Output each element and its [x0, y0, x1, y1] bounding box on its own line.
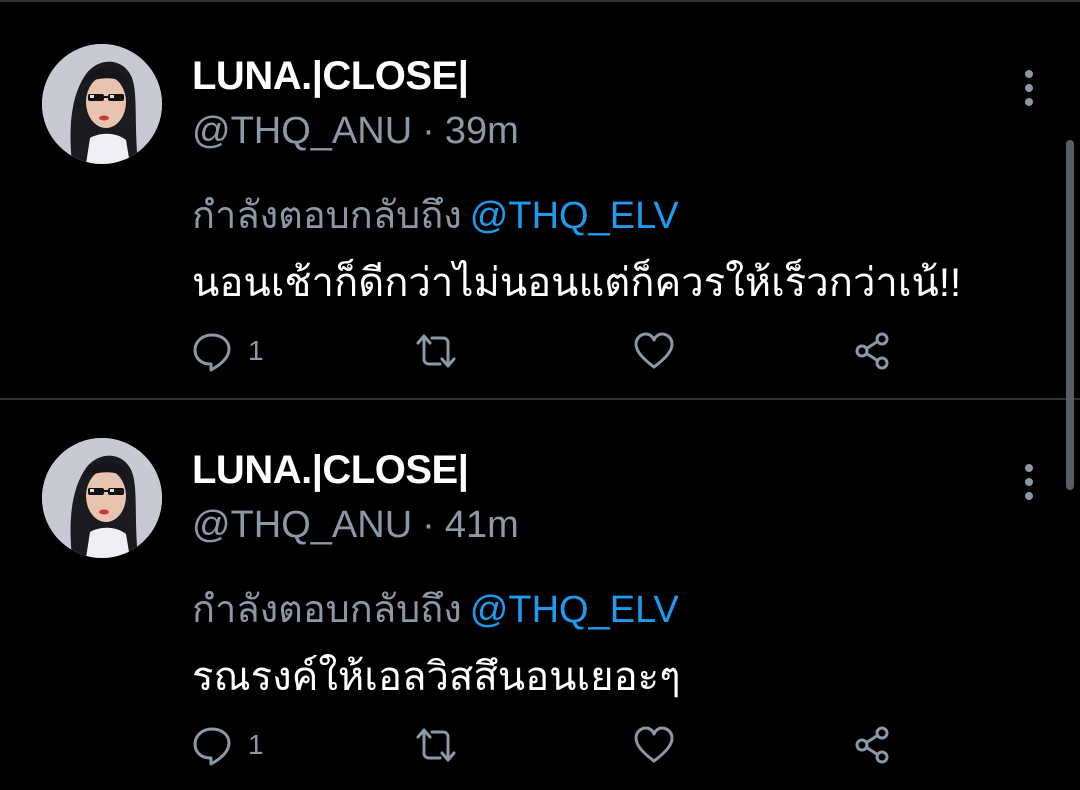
- tweet-actions: 1: [190, 720, 910, 770]
- reply-count: 1: [248, 729, 264, 760]
- avatar[interactable]: [42, 44, 162, 164]
- retweet-button[interactable]: [412, 720, 460, 770]
- heart-icon: [632, 329, 676, 373]
- share-icon: [850, 329, 894, 373]
- heart-icon: [632, 723, 676, 767]
- timestamp[interactable]: 41m: [445, 504, 519, 546]
- retweet-icon: [412, 329, 460, 373]
- top-divider: [0, 0, 1080, 2]
- tweet-text: นอนเช้าก็ดีกว่าไม่นอนแต่ก็ควรให้เร็วกว่า…: [192, 261, 962, 305]
- retweet-icon: [412, 723, 460, 767]
- like-button[interactable]: [632, 720, 676, 770]
- reply-mention-link[interactable]: @THQ_ELV: [470, 589, 679, 631]
- handle[interactable]: @THQ_ANU: [192, 110, 412, 152]
- replying-to: กำลังตอบกลับถึง @THQ_ELV: [192, 578, 679, 639]
- meta-separator: ·: [422, 110, 435, 152]
- comment-icon: [190, 329, 234, 373]
- more-vertical-icon[interactable]: [1018, 462, 1040, 506]
- share-button[interactable]: [850, 326, 894, 376]
- replying-to-label: กำลังตอบกลับถึง: [192, 195, 462, 237]
- tweet-actions: 1: [190, 326, 910, 376]
- share-button[interactable]: [850, 720, 894, 770]
- tweet-meta: @THQ_ANU · 39m: [192, 110, 519, 153]
- meta-separator: ·: [422, 504, 435, 546]
- like-button[interactable]: [632, 326, 676, 376]
- replying-to-label: กำลังตอบกลับถึง: [192, 589, 462, 631]
- comment-icon: [190, 723, 234, 767]
- reply-mention-link[interactable]: @THQ_ELV: [470, 195, 679, 237]
- timestamp[interactable]: 39m: [445, 110, 519, 152]
- reply-button[interactable]: 1: [190, 720, 264, 770]
- more-vertical-icon[interactable]: [1018, 68, 1040, 112]
- retweet-button[interactable]: [412, 326, 460, 376]
- tweet-meta: @THQ_ANU · 41m: [192, 504, 519, 547]
- avatar[interactable]: [42, 438, 162, 558]
- tweet-text: รณรงค์ให้เอลวิสสึนอนเยอะๆ: [192, 655, 681, 699]
- reply-button[interactable]: 1: [190, 326, 264, 376]
- replying-to: กำลังตอบกลับถึง @THQ_ELV: [192, 184, 679, 245]
- handle[interactable]: @THQ_ANU: [192, 504, 412, 546]
- tweet[interactable]: LUNA.|CLOSE| @THQ_ANU · 41m กำลังตอบกลับถึ…: [0, 398, 1080, 790]
- reply-count: 1: [248, 335, 264, 366]
- share-icon: [850, 723, 894, 767]
- display-name[interactable]: LUNA.|CLOSE|: [192, 54, 469, 99]
- tweet[interactable]: LUNA.|CLOSE| @THQ_ANU · 39m กำลังตอบกลับถึ…: [0, 4, 1080, 400]
- display-name[interactable]: LUNA.|CLOSE|: [192, 448, 469, 493]
- scrollbar[interactable]: [1066, 140, 1074, 490]
